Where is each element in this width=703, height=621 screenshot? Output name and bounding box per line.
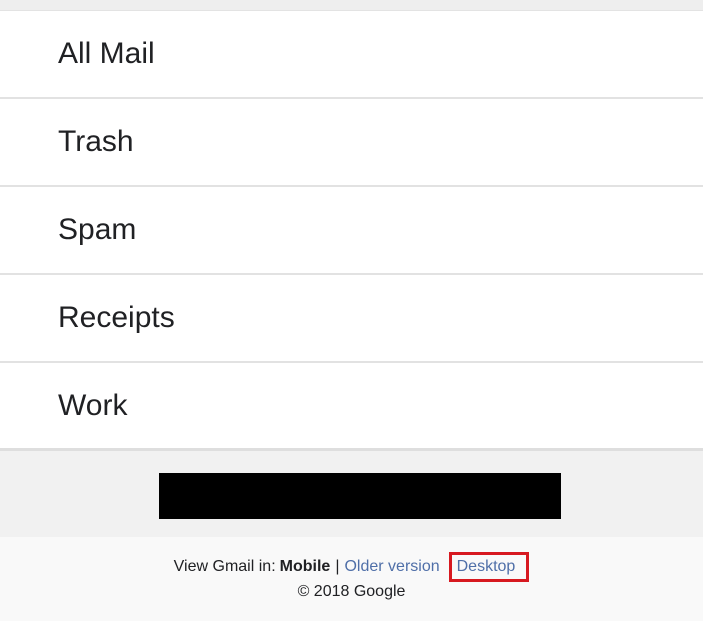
copyright: © 2018 Google xyxy=(297,583,406,600)
menu-item-all-mail[interactable]: All Mail xyxy=(0,11,703,99)
desktop-link[interactable]: Desktop xyxy=(457,558,516,575)
label-list: All Mail Trash Spam Receipts Work xyxy=(0,11,703,451)
view-mode-line: View Gmail in: Mobile | Older version De… xyxy=(0,552,703,582)
top-divider xyxy=(0,0,703,11)
view-mode-footer: View Gmail in: Mobile | Older version De… xyxy=(0,537,703,621)
desktop-highlight-box: Desktop xyxy=(448,552,530,582)
mobile-current-mode: Mobile xyxy=(279,558,331,575)
account-footer xyxy=(0,451,703,537)
menu-item-work[interactable]: Work xyxy=(0,363,703,451)
menu-item-label: Trash xyxy=(58,125,134,158)
menu-item-label: All Mail xyxy=(58,37,155,70)
menu-item-trash[interactable]: Trash xyxy=(0,99,703,187)
menu-item-label: Work xyxy=(58,388,128,422)
menu-item-spam[interactable]: Spam xyxy=(0,187,703,275)
menu-item-label: Receipts xyxy=(58,301,175,334)
view-in-label: View Gmail in: xyxy=(173,558,276,575)
redacted-account-info xyxy=(159,473,561,519)
menu-item-receipts[interactable]: Receipts xyxy=(0,275,703,363)
menu-item-label: Spam xyxy=(58,213,137,246)
older-version-link[interactable]: Older version xyxy=(344,558,439,576)
separator: | xyxy=(335,558,340,575)
